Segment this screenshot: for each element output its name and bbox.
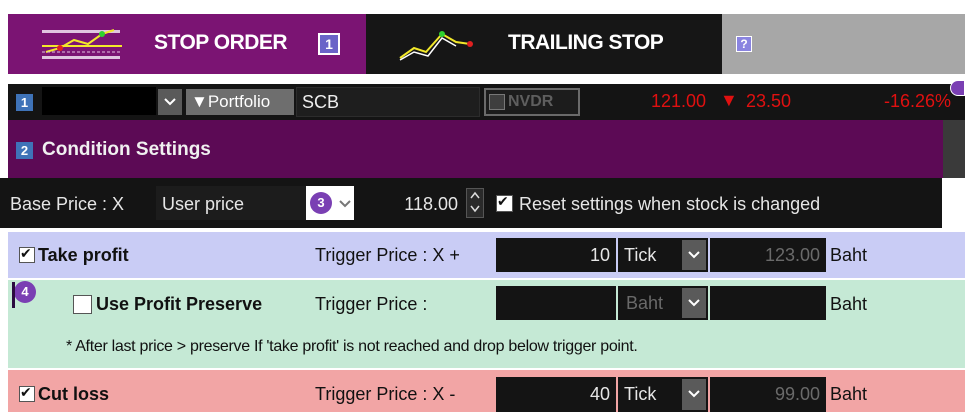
take-profit-unit-value: Tick [624, 245, 657, 265]
cut-loss-trigger-label: Trigger Price : X - [315, 384, 456, 404]
stop-order-chart-icon [42, 29, 122, 59]
tab-trailing-stop[interactable]: TRAILING STOP [366, 14, 722, 74]
tab-stop-order-badge[interactable]: 1 [318, 33, 340, 55]
nvdr-checkbox[interactable] [489, 94, 505, 110]
profit-preserve-note: * After last price > preserve If 'take p… [66, 338, 638, 355]
nvdr-label: NVDR [508, 93, 554, 110]
base-price-label: Base Price : X [10, 194, 125, 214]
cut-loss-offset-input[interactable]: 40 [496, 377, 616, 412]
reset-settings-checkbox[interactable] [496, 193, 513, 212]
profit-preserve-price-field [710, 286, 826, 320]
account-select[interactable] [42, 87, 156, 115]
profit-preserve-currency: Baht [830, 294, 868, 314]
help-badge[interactable]: ? [736, 36, 752, 52]
profit-preserve-block: 4 Use Profit Preserve Trigger Price : Ba… [8, 280, 965, 368]
symbol-value: SCB [302, 92, 340, 112]
base-price-value: 118.00 [404, 194, 458, 214]
take-profit-price-field: 123.00 [710, 238, 826, 272]
portfolio-button[interactable]: ▼Portfolio [186, 89, 294, 115]
base-price-type-value: User price [162, 194, 245, 214]
base-price-type-select[interactable]: User price [156, 186, 306, 220]
spinner-down-icon[interactable] [467, 202, 483, 215]
take-profit-unit-dropdown[interactable] [682, 240, 706, 270]
cut-loss-currency: Baht [830, 384, 868, 404]
chevron-down-icon [688, 390, 700, 398]
chevron-down-icon [339, 200, 351, 208]
spinner-up-icon[interactable] [467, 189, 483, 202]
tab-trailing-stop-label: TRAILING STOP [508, 31, 664, 54]
cut-loss-price-field: 99.00 [710, 377, 826, 412]
chevron-down-icon [688, 251, 700, 259]
cut-loss-price-value: 99.00 [774, 384, 820, 404]
cut-loss-unit-dropdown[interactable] [682, 379, 706, 410]
nvdr-toggle[interactable]: NVDR [484, 88, 580, 116]
last-price: 121.00 [651, 91, 707, 111]
left-edge-marker [12, 282, 15, 308]
step-4-badge: 4 [14, 281, 36, 303]
base-price-input[interactable]: 118.00 [356, 186, 464, 220]
price-change: 23.50 [746, 91, 792, 111]
take-profit-row: Take profit Trigger Price : X + 10 Tick … [8, 232, 965, 278]
section-2-badge: 2 [16, 142, 33, 159]
base-price-spinner[interactable] [466, 188, 484, 218]
profit-preserve-checkbox[interactable] [73, 295, 92, 314]
price-change-percent: -16.26% [884, 91, 952, 111]
symbol-input[interactable]: SCB [296, 87, 480, 117]
take-profit-unit-select[interactable]: Tick [618, 238, 708, 272]
symbol-row: 1 ▼Portfolio SCB NVDR 121.00 ▼ 23.50 -16… [8, 84, 965, 120]
cut-loss-label: Cut loss [38, 384, 110, 404]
tab-stop-order-label: STOP ORDER [154, 31, 288, 54]
take-profit-offset-input[interactable]: 10 [496, 238, 616, 272]
take-profit-label: Take profit [38, 245, 129, 265]
base-price-row: Base Price : X User price 3 118.00 Reset… [0, 178, 942, 228]
cut-loss-checkbox[interactable] [19, 384, 35, 402]
trailing-stop-chart-icon [399, 31, 473, 61]
condition-settings-title: Condition Settings [42, 139, 211, 160]
section-1-badge: 1 [16, 94, 33, 111]
cut-loss-unit-select[interactable]: Tick [618, 377, 708, 412]
account-dropdown-button[interactable] [158, 89, 182, 115]
profit-preserve-unit-value: Baht [626, 293, 664, 313]
condition-settings-header: 2 Condition Settings [8, 120, 965, 178]
cut-loss-unit-value: Tick [624, 384, 657, 404]
chevron-down-icon [688, 299, 700, 307]
take-profit-price-value: 123.00 [764, 245, 820, 265]
tab-bar: STOP ORDER 1 TRAILING STOP ? [8, 14, 965, 74]
take-profit-offset-value: 10 [589, 245, 610, 265]
take-profit-trigger-label: Trigger Price : X + [315, 245, 460, 265]
tab-stop-order[interactable]: STOP ORDER 1 [8, 14, 366, 74]
profit-preserve-offset-input[interactable] [496, 286, 616, 320]
profit-preserve-unit-select[interactable]: Baht [618, 286, 708, 320]
cut-loss-row: Cut loss Trigger Price : X - 40 Tick 99.… [8, 370, 965, 412]
profit-preserve-unit-dropdown[interactable] [682, 288, 706, 318]
profit-preserve-trigger-label: Trigger Price : [315, 294, 428, 314]
take-profit-currency: Baht [830, 245, 868, 265]
cut-loss-offset-value: 40 [589, 384, 610, 404]
header-right-panel [943, 120, 965, 178]
take-profit-checkbox[interactable] [19, 245, 35, 263]
portfolio-label: ▼Portfolio [191, 92, 271, 111]
scroll-marker [950, 80, 965, 96]
change-down-arrow-icon: ▼ [720, 90, 738, 110]
step-3-badge: 3 [310, 192, 332, 214]
profit-preserve-label: Use Profit Preserve [96, 294, 263, 314]
chevron-down-icon [164, 98, 176, 106]
base-price-type-dropdown[interactable]: 3 [306, 186, 354, 220]
reset-settings-label: Reset settings when stock is changed [519, 194, 821, 214]
